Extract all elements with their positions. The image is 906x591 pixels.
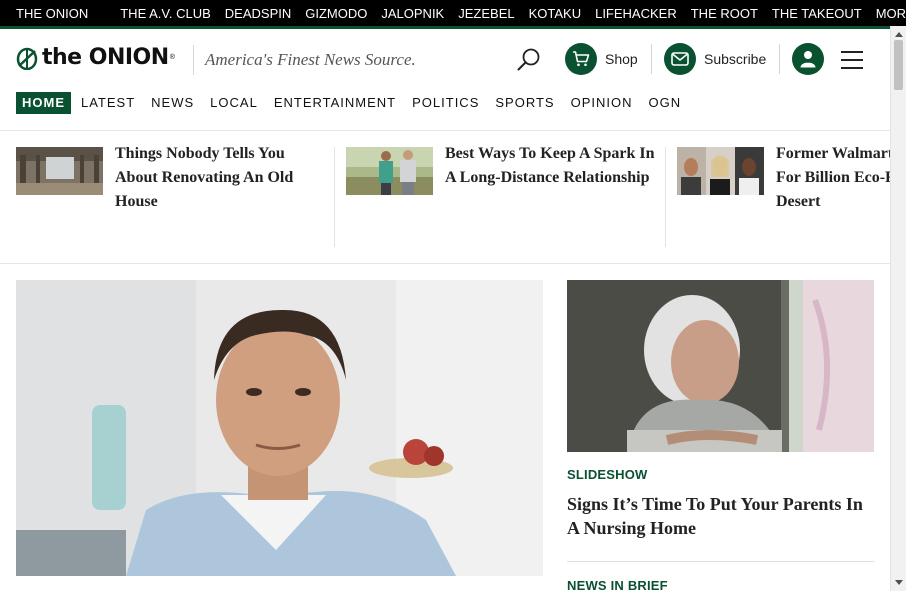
shop-label: Shop <box>605 51 638 67</box>
network-link-lifehacker[interactable]: LIFEHACKER <box>595 6 677 21</box>
side-story-divider <box>567 561 874 562</box>
network-more-button[interactable]: MORE <box>876 6 906 21</box>
shop-button[interactable]: Shop <box>565 43 638 75</box>
trending-thumbnail-house <box>16 147 103 195</box>
nav-home[interactable]: HOME <box>16 92 71 114</box>
trending-item[interactable]: Best Ways To Keep A Spark In A Long-Dist… <box>346 145 655 195</box>
account-icon-circle <box>792 43 824 75</box>
nav-sports[interactable]: SPORTS <box>495 92 554 114</box>
onion-logo-icon <box>16 47 38 70</box>
network-link-deadspin[interactable]: DEADSPIN <box>225 6 291 21</box>
nav-local[interactable]: LOCAL <box>210 92 258 114</box>
header-divider <box>779 44 780 74</box>
site-tagline: America's Finest News Source. <box>205 50 416 69</box>
side-story-headline[interactable]: Signs It’s Time To Put Your Parents In A… <box>567 492 874 540</box>
trending-item[interactable]: Things Nobody Tells You About Renovating… <box>16 145 325 214</box>
logo-registered-mark: ® <box>169 54 175 61</box>
header-divider <box>651 44 652 74</box>
search-icon <box>517 48 540 71</box>
trending-divider-rule <box>0 263 890 264</box>
network-link-gizmodo[interactable]: GIZMODO <box>305 6 367 21</box>
subscribe-label: Subscribe <box>704 51 767 67</box>
nav-opinion[interactable]: OPINION <box>571 92 633 114</box>
subscribe-button[interactable]: Subscribe <box>664 43 766 75</box>
search-button[interactable] <box>516 47 542 73</box>
trending-title[interactable]: Former Walmart Unveils Plan For Billion … <box>776 142 890 214</box>
network-more-label: MORE <box>875 5 906 21</box>
network-link-the-root[interactable]: THE ROOT <box>691 6 758 21</box>
trending-thumbnail-couple <box>346 147 433 195</box>
nav-latest[interactable]: LATEST <box>81 92 135 114</box>
network-link-jezebel[interactable]: JEZEBEL <box>458 6 514 21</box>
site-header: the ONION ® America's Finest News Source… <box>0 29 890 91</box>
trending-title[interactable]: Best Ways To Keep A Spark In A Long-Dist… <box>445 142 655 195</box>
trending-thumbnail-portraits <box>677 147 764 195</box>
subscribe-icon-circle <box>664 43 696 75</box>
side-story-photo <box>567 280 874 452</box>
section-nav: HOME LATEST NEWS LOCAL ENTERTAINMENT POL… <box>16 92 697 114</box>
site-logo[interactable]: the ONION ® <box>16 45 175 70</box>
trending-divider <box>665 147 666 247</box>
hamburger-menu-icon[interactable] <box>841 51 863 69</box>
page-scrollbar[interactable] <box>890 26 906 591</box>
trending-item[interactable]: Former Walmart Unveils Plan For Billion … <box>677 145 890 214</box>
scrollbar-thumb[interactable] <box>894 40 903 90</box>
trending-divider <box>334 147 335 247</box>
nav-politics[interactable]: POLITICS <box>412 92 479 114</box>
lead-story-image[interactable] <box>16 280 543 576</box>
next-story-kicker[interactable]: NEWS IN BRIEF <box>567 578 668 591</box>
network-link-av-club[interactable]: THE A.V. CLUB <box>120 6 211 21</box>
nav-ogn[interactable]: OGN <box>649 92 682 114</box>
network-bar: THE ONION THE A.V. CLUB DEADSPIN GIZMODO… <box>0 0 906 26</box>
nav-news[interactable]: NEWS <box>151 92 194 114</box>
scroll-down-arrow-icon[interactable] <box>895 580 903 585</box>
lead-story-photo <box>16 280 543 576</box>
shop-icon-circle <box>565 43 597 75</box>
envelope-icon <box>671 52 689 66</box>
user-icon <box>800 51 816 68</box>
network-link-kotaku[interactable]: KOTAKU <box>529 6 582 21</box>
scroll-up-arrow-icon[interactable] <box>895 32 903 37</box>
trending-strip: Things Nobody Tells You About Renovating… <box>0 131 890 264</box>
network-link-jalopnik[interactable]: JALOPNIK <box>381 6 444 21</box>
logo-wordmark: the ONION <box>42 45 169 70</box>
account-button[interactable] <box>792 43 824 75</box>
header-divider <box>193 45 194 75</box>
side-story-kicker[interactable]: SLIDESHOW <box>567 467 648 482</box>
network-link-the-takeout[interactable]: THE TAKEOUT <box>772 6 862 21</box>
trending-title[interactable]: Things Nobody Tells You About Renovating… <box>115 142 325 214</box>
network-link-the-onion[interactable]: THE ONION <box>16 6 88 21</box>
nav-entertainment[interactable]: ENTERTAINMENT <box>274 92 396 114</box>
side-story-image[interactable] <box>567 280 874 452</box>
shopping-cart-icon <box>573 51 590 67</box>
